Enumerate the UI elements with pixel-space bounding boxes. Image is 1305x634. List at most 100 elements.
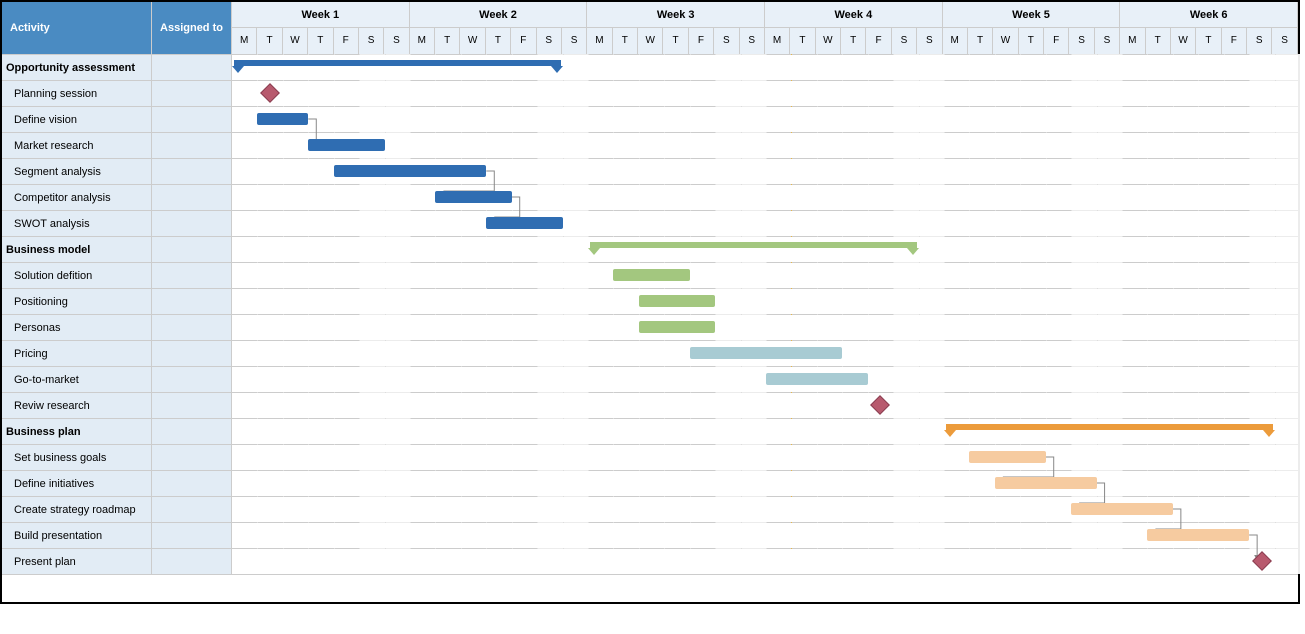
gantt-body: Opportunity assessmentPlanning sessionDe… [2, 54, 1298, 574]
day-header: M [232, 28, 257, 54]
day-header: T [663, 28, 688, 54]
timeline-cell [232, 445, 1298, 470]
activity-label: Solution defition [2, 263, 152, 288]
day-header: S [537, 28, 562, 54]
day-header: S [892, 28, 917, 54]
gantt-row: Set business goals [2, 444, 1298, 470]
activity-label: Business model [2, 237, 152, 262]
activity-label: Define vision [2, 107, 152, 132]
assigned-cell [152, 263, 232, 288]
timeline-cell [232, 497, 1298, 522]
timeline-cell [232, 289, 1298, 314]
gantt-row: Pricing [2, 340, 1298, 366]
assigned-cell [152, 393, 232, 418]
activity-label: Segment analysis [2, 159, 152, 184]
timeline-cell [232, 549, 1298, 574]
assigned-cell [152, 445, 232, 470]
day-header: T [613, 28, 638, 54]
timeline-cell [232, 263, 1298, 288]
assigned-cell [152, 107, 232, 132]
assigned-column-header: Assigned to [152, 2, 232, 54]
activity-label: Positioning [2, 289, 152, 314]
activity-label: Competitor analysis [2, 185, 152, 210]
activity-label: Business plan [2, 419, 152, 444]
gantt-chart: Activity Assigned to Week 1Week 2Week 3W… [0, 0, 1300, 604]
week-header: Week 1 [232, 2, 410, 27]
day-header: S [917, 28, 942, 54]
day-header: F [334, 28, 359, 54]
timeline-cell [232, 393, 1298, 418]
gantt-row: Go-to-market [2, 366, 1298, 392]
day-header: W [460, 28, 485, 54]
assigned-cell [152, 237, 232, 262]
timeline-cell [232, 341, 1298, 366]
day-header: T [968, 28, 993, 54]
day-header: W [1171, 28, 1196, 54]
timeline-cell [232, 211, 1298, 236]
assigned-cell [152, 133, 232, 158]
day-header: W [638, 28, 663, 54]
week-header: Week 5 [943, 2, 1121, 27]
day-header: W [816, 28, 841, 54]
day-header: S [384, 28, 409, 54]
day-header: F [1222, 28, 1247, 54]
gantt-row: Segment analysis [2, 158, 1298, 184]
day-header: T [790, 28, 815, 54]
gantt-row: Planning session [2, 80, 1298, 106]
timeline-cell [232, 81, 1298, 106]
gantt-row: Positioning [2, 288, 1298, 314]
assigned-cell [152, 523, 232, 548]
day-header: T [1196, 28, 1221, 54]
day-header: M [943, 28, 968, 54]
week-header: Week 4 [765, 2, 943, 27]
gantt-row: Opportunity assessment [2, 54, 1298, 80]
assigned-cell [152, 315, 232, 340]
gantt-row: Create strategy roadmap [2, 496, 1298, 522]
activity-label: Go-to-market [2, 367, 152, 392]
gantt-row: Present plan [2, 548, 1298, 574]
header-row: Activity Assigned to Week 1Week 2Week 3W… [2, 2, 1298, 54]
day-header: S [359, 28, 384, 54]
day-header: W [993, 28, 1018, 54]
gantt-row: Solution defition [2, 262, 1298, 288]
day-header: S [1272, 28, 1297, 54]
day-header: F [866, 28, 891, 54]
activity-label: Build presentation [2, 523, 152, 548]
gantt-row: Business model [2, 236, 1298, 262]
assigned-cell [152, 159, 232, 184]
activity-label: Define initiatives [2, 471, 152, 496]
assigned-cell [152, 81, 232, 106]
day-header: T [308, 28, 333, 54]
week-header: Week 6 [1120, 2, 1298, 27]
timeline-cell [232, 367, 1298, 392]
gantt-row: Build presentation [2, 522, 1298, 548]
day-header: M [1120, 28, 1145, 54]
day-header: T [257, 28, 282, 54]
activity-label: Market research [2, 133, 152, 158]
timeline-cell [232, 55, 1298, 80]
day-header: T [1019, 28, 1044, 54]
day-header: S [1069, 28, 1094, 54]
activity-label: Reviw research [2, 393, 152, 418]
assigned-cell [152, 289, 232, 314]
activity-label: Opportunity assessment [2, 55, 152, 80]
activity-label: SWOT analysis [2, 211, 152, 236]
day-header: T [841, 28, 866, 54]
day-header: S [1095, 28, 1120, 54]
assigned-cell [152, 341, 232, 366]
timeline-cell [232, 159, 1298, 184]
activity-column-header: Activity [2, 2, 152, 54]
assigned-cell [152, 471, 232, 496]
gantt-row: Business plan [2, 418, 1298, 444]
day-header: F [689, 28, 714, 54]
gantt-row: Define initiatives [2, 470, 1298, 496]
day-header: M [410, 28, 435, 54]
timeline-cell [232, 523, 1298, 548]
day-header: S [562, 28, 587, 54]
timeline-cell [232, 107, 1298, 132]
assigned-cell [152, 549, 232, 574]
footer-row [2, 574, 1298, 602]
assigned-cell [152, 419, 232, 444]
gantt-row: Define vision [2, 106, 1298, 132]
timeline-cell [232, 471, 1298, 496]
